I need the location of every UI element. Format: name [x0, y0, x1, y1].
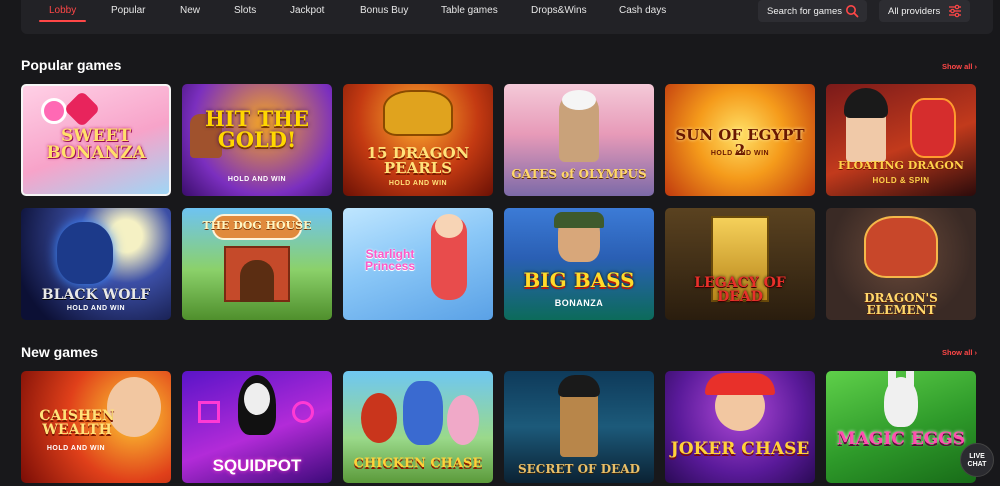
- providers-filter-button[interactable]: All providers: [879, 0, 970, 22]
- game-tile-legacy-of-dead[interactable]: LEGACY OF DEAD: [665, 208, 815, 320]
- game-subtitle: BONANZA: [554, 298, 604, 308]
- game-title: MAGIC EGGS: [836, 429, 966, 449]
- game-title: CHICKEN CHASE: [353, 456, 483, 471]
- game-tile-floating-dragon[interactable]: FLOATING DRAGON HOLD & SPIN: [826, 84, 976, 196]
- top-nav: Lobby Popular New Slots Jackpot Bonus Bu…: [21, 0, 993, 34]
- game-subtitle: HOLD AND WIN: [388, 180, 448, 187]
- game-tile-sweet-bonanza[interactable]: SWEET BONANZA: [21, 84, 171, 196]
- game-title: SQUIDPOT: [212, 456, 302, 475]
- game-tile-magic-eggs[interactable]: MAGIC EGGS: [826, 371, 976, 483]
- game-tile-big-bass-bonanza[interactable]: BIG BASS BONANZA: [504, 208, 654, 320]
- tab-slots[interactable]: Slots: [234, 0, 256, 30]
- game-tile-sun-of-egypt-2[interactable]: SUN OF EGYPT 2 HOLD AND WIN: [665, 84, 815, 196]
- game-title: BIG BASS: [523, 268, 635, 292]
- game-title: CAISHEN WEALTH: [39, 408, 115, 438]
- game-title: BLACK WOLF: [41, 287, 151, 303]
- tab-cash-days[interactable]: Cash days: [619, 0, 666, 30]
- new-show-all-link[interactable]: Show all ›: [942, 348, 977, 357]
- game-tile-chicken-chase[interactable]: CHICKEN CHASE: [343, 371, 493, 483]
- game-title: FLOATING DRAGON: [838, 159, 964, 172]
- game-tile-gates-of-olympus[interactable]: GATES of OLYMPUS: [504, 84, 654, 196]
- search-icon: [846, 5, 859, 18]
- game-tile-the-dog-house[interactable]: THE DOG HOUSE: [182, 208, 332, 320]
- live-chat-label: LIVE CHAT: [967, 453, 987, 468]
- game-tile-starlight-princess[interactable]: Starlight Princess: [343, 208, 493, 320]
- game-subtitle: HOLD AND WIN: [66, 305, 126, 312]
- providers-label: All providers: [888, 5, 941, 17]
- game-title: HIT THE GOLD!: [204, 106, 310, 152]
- tab-bonus-buy[interactable]: Bonus Buy: [360, 0, 408, 30]
- game-tile-dragons-element[interactable]: DRAGON'S ELEMENT: [826, 208, 976, 320]
- game-tile-joker-chase[interactable]: JOKER CHASE: [665, 371, 815, 483]
- tab-table-games[interactable]: Table games: [441, 0, 498, 30]
- tab-jackpot[interactable]: Jackpot: [290, 0, 324, 30]
- popular-games-heading: Popular games: [21, 57, 122, 73]
- game-title: 15 DRAGON PEARLS: [366, 144, 470, 177]
- game-title: LEGACY OF DEAD: [694, 275, 786, 305]
- new-games-heading: New games: [21, 344, 99, 360]
- game-tile-black-wolf[interactable]: BLACK WOLF HOLD AND WIN: [21, 208, 171, 320]
- game-title: SECRET OF DEAD: [517, 462, 640, 476]
- game-subtitle: HOLD AND WIN: [710, 150, 770, 157]
- game-tile-caishen-wealth[interactable]: CAISHEN WEALTH HOLD AND WIN: [21, 371, 171, 483]
- game-tile-secret-of-dead[interactable]: SECRET OF DEAD: [504, 371, 654, 483]
- popular-show-all-link[interactable]: Show all ›: [942, 62, 977, 71]
- game-tile-15-dragon-pearls[interactable]: 15 DRAGON PEARLS HOLD AND WIN: [343, 84, 493, 196]
- tab-popular[interactable]: Popular: [111, 0, 145, 30]
- game-subtitle: HOLD & SPIN: [872, 176, 930, 185]
- game-tile-hit-the-gold[interactable]: HIT THE GOLD! HOLD AND WIN: [182, 84, 332, 196]
- game-subtitle: HOLD AND WIN: [227, 176, 287, 183]
- game-tile-squidpot[interactable]: SQUIDPOT: [182, 371, 332, 483]
- tab-new[interactable]: New: [180, 0, 200, 30]
- game-title: Starlight Princess: [364, 247, 416, 273]
- game-title: THE DOG HOUSE: [202, 219, 312, 232]
- game-subtitle: HOLD AND WIN: [46, 445, 106, 452]
- game-title: GATES of OLYMPUS: [511, 167, 647, 181]
- game-title: DRAGON'S ELEMENT: [864, 291, 938, 317]
- tab-drops-wins[interactable]: Drops&Wins: [531, 0, 587, 30]
- search-button[interactable]: Search for games: [758, 0, 867, 22]
- live-chat-button[interactable]: LIVE CHAT: [960, 443, 994, 477]
- tab-lobby[interactable]: Lobby: [38, 0, 87, 30]
- game-title: SWEET BONANZA: [46, 126, 146, 163]
- game-title: JOKER CHASE: [670, 439, 810, 459]
- search-label: Search for games: [767, 5, 842, 17]
- filter-sliders-icon: [949, 4, 961, 18]
